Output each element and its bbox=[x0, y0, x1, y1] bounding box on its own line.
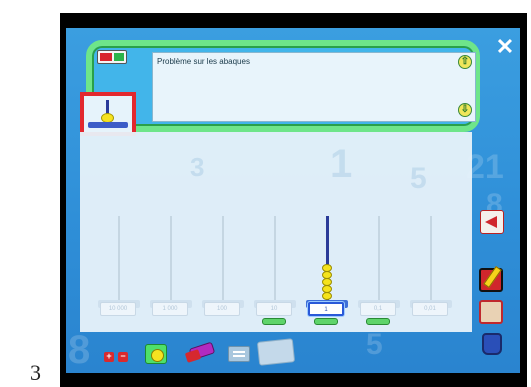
abacus-column-label[interactable]: 1 bbox=[308, 302, 344, 316]
background-decoration: 5 bbox=[410, 162, 427, 195]
record-icon bbox=[100, 53, 112, 61]
column-toggle-button[interactable] bbox=[314, 318, 338, 325]
list-tool-button[interactable] bbox=[228, 346, 250, 362]
column-toggle-button[interactable] bbox=[262, 318, 286, 325]
abacus-column-label[interactable]: 0,01 bbox=[412, 302, 448, 316]
remove-button[interactable]: − bbox=[118, 352, 128, 362]
background-decoration: 8 bbox=[68, 328, 91, 372]
abacus-bead[interactable] bbox=[322, 278, 332, 286]
abacus-rod bbox=[378, 216, 380, 300]
abacus-rod bbox=[170, 216, 172, 300]
map-book-button[interactable] bbox=[479, 300, 503, 324]
abacus-column-label[interactable]: 10 bbox=[256, 302, 292, 316]
arrow-down-icon: ⇩ bbox=[460, 104, 470, 115]
abacus-column-label[interactable]: 1 000 bbox=[152, 302, 188, 316]
plus-icon: + bbox=[106, 351, 112, 361]
arrow-up-icon: ⇧ bbox=[460, 56, 470, 67]
figure-number: 3 bbox=[30, 360, 41, 385]
background-decoration: 3 bbox=[190, 152, 205, 182]
play-icon bbox=[114, 53, 124, 61]
add-button[interactable]: + bbox=[104, 352, 114, 362]
problem-text-box[interactable]: Problème sur les abaques bbox=[152, 52, 476, 122]
abacus-rod bbox=[274, 216, 276, 300]
background-decoration: 5 bbox=[366, 328, 383, 361]
column-toggle-button[interactable] bbox=[366, 318, 390, 325]
abacus-tool-button[interactable] bbox=[80, 92, 136, 136]
trash-button[interactable] bbox=[482, 333, 502, 355]
background-decoration: 1 bbox=[330, 142, 353, 186]
abacus-bead[interactable] bbox=[322, 271, 332, 279]
close-button[interactable]: ✕ bbox=[494, 36, 516, 58]
close-icon: ✕ bbox=[495, 34, 515, 59]
notebook-button[interactable] bbox=[479, 268, 503, 292]
megaphone-button[interactable] bbox=[480, 210, 504, 234]
card-tool-button[interactable] bbox=[256, 338, 296, 366]
abacus-bead[interactable] bbox=[322, 292, 332, 300]
scroll-up-button[interactable]: ⇧ bbox=[458, 55, 472, 69]
abacus-column-label[interactable]: 10 000 bbox=[100, 302, 136, 316]
abacus-rod bbox=[222, 216, 224, 300]
eraser-icon bbox=[184, 349, 202, 363]
abacus-bead[interactable] bbox=[322, 285, 332, 293]
abacus-bead[interactable] bbox=[322, 264, 332, 272]
audio-record-button[interactable] bbox=[97, 50, 127, 64]
abacus-column-label[interactable]: 0,1 bbox=[360, 302, 396, 316]
eraser-tool-button[interactable] bbox=[184, 341, 218, 363]
abacus-column-label[interactable]: 100 bbox=[204, 302, 240, 316]
bead-tool-button[interactable] bbox=[145, 344, 167, 364]
abacus-base-icon bbox=[88, 122, 128, 128]
abacus-rod bbox=[430, 216, 432, 300]
abacus-rod bbox=[118, 216, 120, 300]
problem-text: Problème sur les abaques bbox=[157, 57, 250, 66]
scroll-down-button[interactable]: ⇩ bbox=[458, 103, 472, 117]
minus-icon: − bbox=[120, 351, 126, 361]
